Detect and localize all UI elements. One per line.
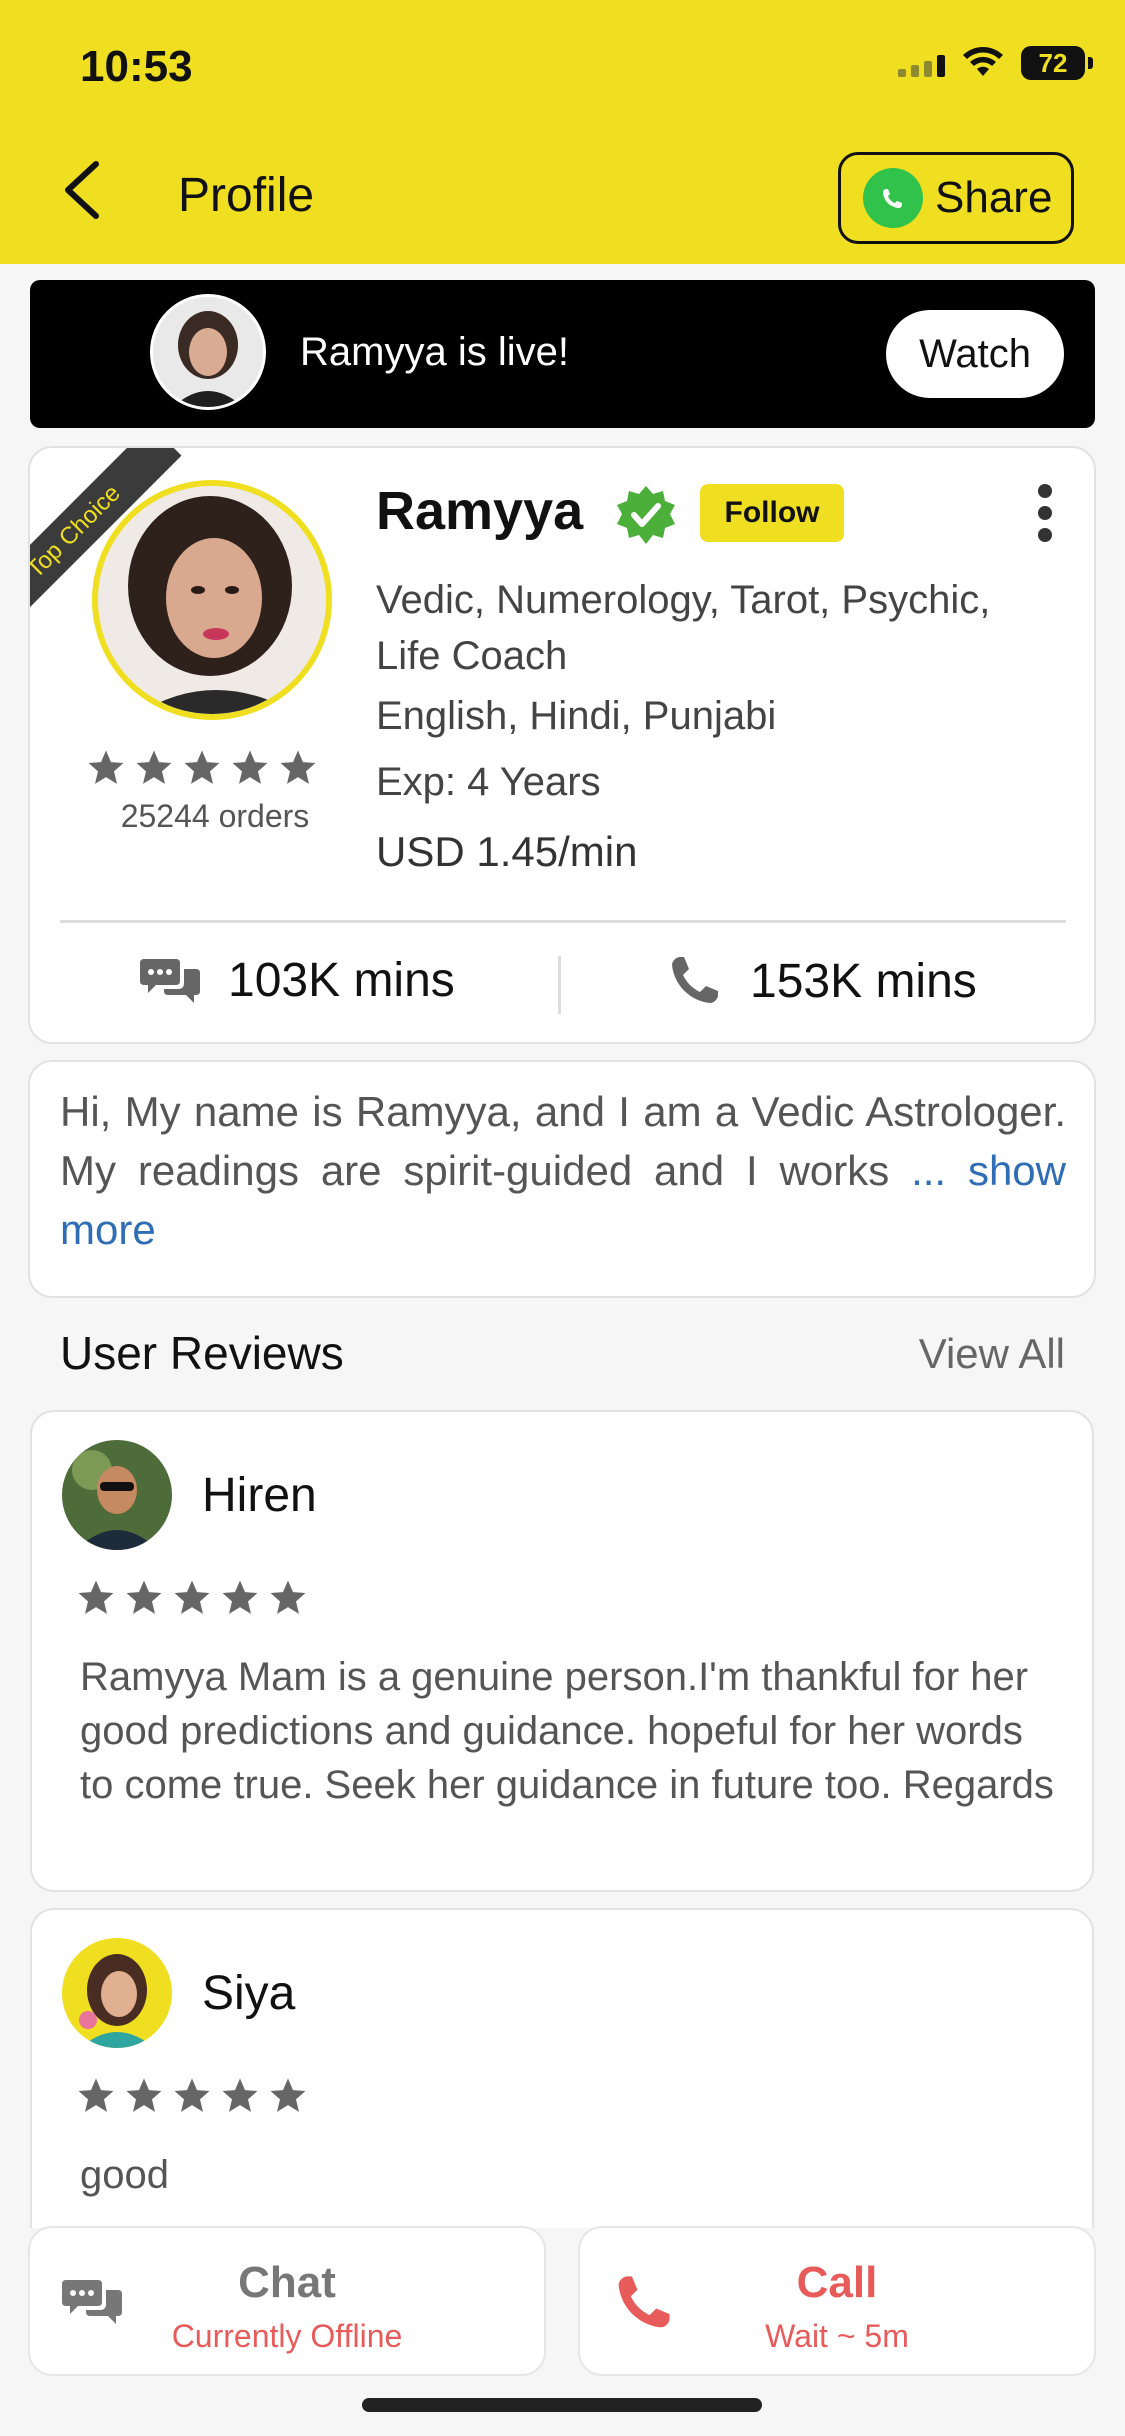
- divider: [60, 920, 1066, 923]
- profile-avatar[interactable]: [92, 480, 332, 720]
- star-icon: [270, 1580, 306, 1614]
- star-icon: [78, 2078, 114, 2112]
- page-title: Profile: [178, 169, 315, 222]
- skills-text: Vedic, Numerology, Tarot, Psychic, Life …: [376, 578, 991, 678]
- reviewer-avatar: [62, 1440, 172, 1550]
- signal-icon: [898, 49, 945, 77]
- whatsapp-icon: [863, 168, 923, 228]
- star-icon: [280, 750, 316, 784]
- star-icon: [136, 750, 172, 784]
- bio-card: Hi, My name is Ramyya, and I am a Vedic …: [28, 1060, 1096, 1298]
- star-icon: [222, 2078, 258, 2112]
- orders-count: 25244 orders: [120, 798, 310, 834]
- bio-text: Hi, My name is Ramyya, and I am a Vedic …: [60, 1082, 1066, 1259]
- chat-minutes-value: 103K mins: [228, 954, 455, 1007]
- call-status: Wait ~ 5m: [765, 2318, 909, 2354]
- review-stars: [76, 1578, 308, 1618]
- review-text: good: [80, 2153, 169, 2197]
- reviewer-name: Hiren: [202, 1469, 317, 1522]
- chat-button[interactable]: Chat Currently Offline: [28, 2226, 546, 2376]
- star-icon: [126, 2078, 162, 2112]
- star-icon: [184, 750, 220, 784]
- call-minutes-stat: 153K mins: [666, 953, 977, 1009]
- astrologer-name: Ramyya: [376, 481, 584, 541]
- languages-text: English, Hindi, Punjabi: [376, 694, 777, 738]
- chat-minutes-stat: 103K mins: [140, 953, 455, 1008]
- status-icons: 72: [898, 46, 1093, 80]
- star-icon: [222, 1580, 258, 1614]
- review-stars: [76, 2076, 308, 2116]
- live-avatar: [150, 294, 266, 410]
- share-button[interactable]: Share: [838, 152, 1074, 244]
- profile-rating-stars: [86, 748, 318, 788]
- live-text: Ramyya is live!: [300, 330, 569, 374]
- phone-icon: [672, 957, 718, 1003]
- more-options-icon[interactable]: [1038, 484, 1052, 542]
- chat-status: Currently Offline: [171, 2318, 403, 2354]
- home-indicator: [362, 2398, 762, 2412]
- verified-badge-icon: [617, 486, 675, 544]
- star-icon: [174, 1580, 210, 1614]
- chat-bubbles-icon: [140, 958, 200, 1003]
- profile-card: Top Choice 25244 orders Ramyya Follow Ve…: [28, 446, 1096, 1044]
- call-label: Call: [796, 2258, 878, 2307]
- chat-label: Chat: [238, 2258, 336, 2307]
- star-icon: [88, 750, 124, 784]
- share-label: Share: [935, 173, 1053, 222]
- review-card: Siya good: [30, 1908, 1094, 2228]
- star-icon: [126, 1580, 162, 1614]
- review-text: Ramyya Mam is a genuine person.I'm thank…: [80, 1655, 1054, 1807]
- star-icon: [232, 750, 268, 784]
- stat-divider: [558, 956, 561, 1014]
- follow-button[interactable]: Follow: [700, 484, 844, 542]
- reviewer-name: Siya: [202, 1967, 296, 2020]
- price-text: USD 1.45/min: [376, 828, 638, 875]
- reviewer-avatar: [62, 1938, 172, 2048]
- watch-button[interactable]: Watch: [886, 310, 1064, 398]
- live-banner[interactable]: Ramyya is live! Watch: [30, 280, 1095, 428]
- review-card: Hiren Ramyya Mam is a genuine person.I'm…: [30, 1410, 1094, 1892]
- status-time: 10:53: [80, 42, 193, 91]
- call-minutes-value: 153K mins: [750, 954, 977, 1008]
- experience-text: Exp: 4 Years: [376, 760, 601, 804]
- call-button[interactable]: Call Wait ~ 5m: [578, 2226, 1096, 2376]
- battery-icon: 72: [1021, 46, 1093, 80]
- back-arrow-icon[interactable]: [60, 160, 104, 220]
- star-icon: [174, 2078, 210, 2112]
- star-icon: [78, 1580, 114, 1614]
- app-header: 10:53 72 Profile Share: [0, 0, 1125, 264]
- view-all-link[interactable]: View All: [919, 1330, 1065, 1378]
- wifi-icon: [963, 47, 1003, 76]
- star-icon: [270, 2078, 306, 2112]
- reviews-title: User Reviews: [60, 1327, 344, 1379]
